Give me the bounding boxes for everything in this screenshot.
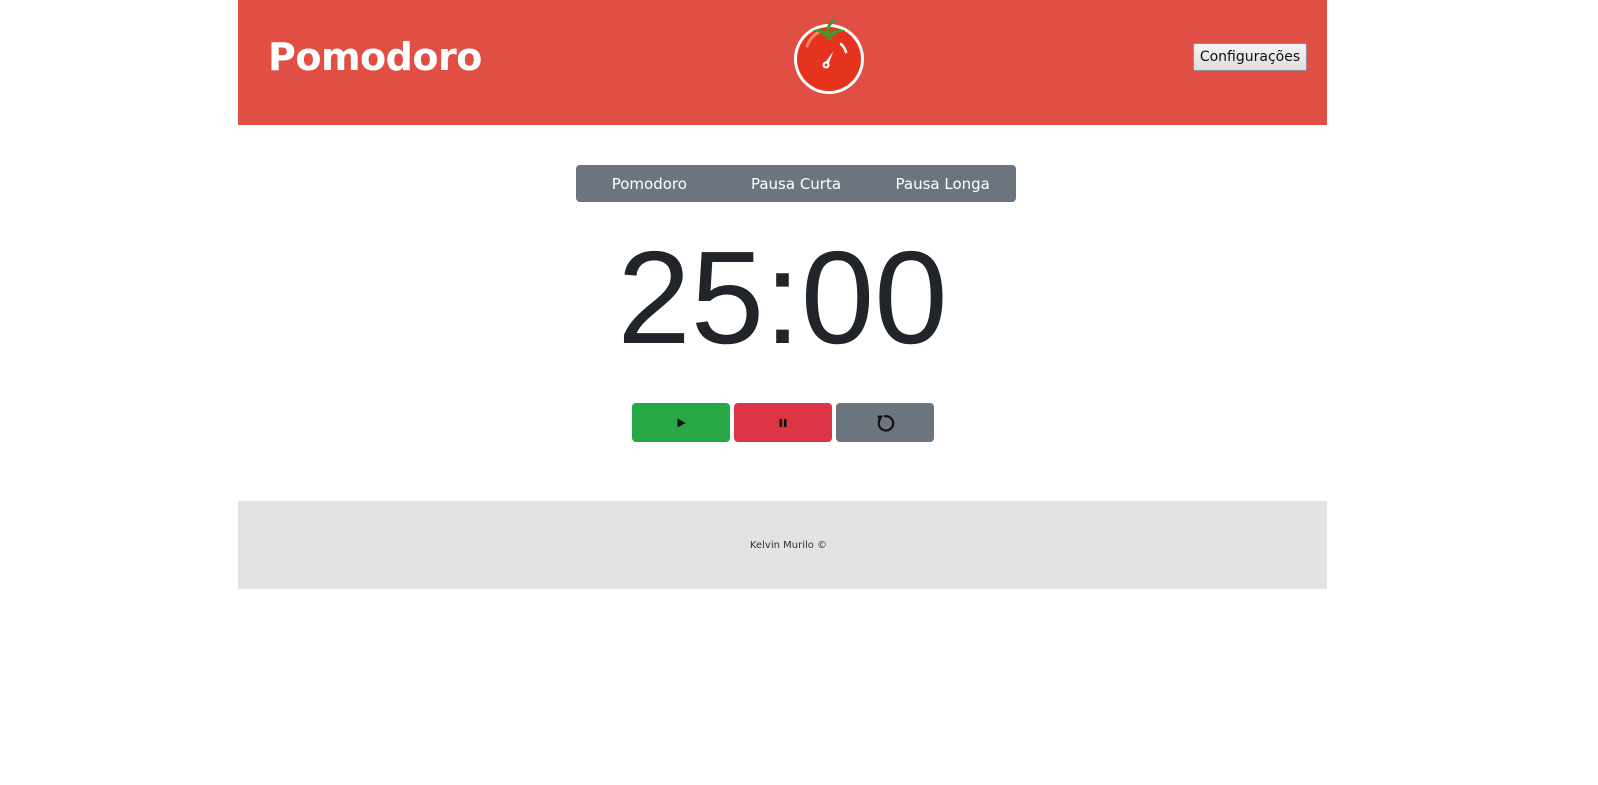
timer-controls bbox=[632, 403, 936, 442]
reset-button[interactable] bbox=[836, 403, 934, 442]
start-button[interactable] bbox=[632, 403, 730, 442]
pause-button[interactable] bbox=[734, 403, 832, 442]
reset-icon bbox=[877, 414, 895, 432]
header-bar: Pomodoro Configurações bbox=[238, 0, 1327, 125]
timer-display: 25:00 bbox=[617, 224, 948, 371]
page: Pomodoro Configurações Pomodoro Pausa Cu… bbox=[238, 0, 1327, 589]
tomato-timer-icon bbox=[794, 18, 864, 94]
tab-short-break[interactable]: Pausa Curta bbox=[723, 165, 870, 202]
tab-long-break[interactable]: Pausa Longa bbox=[869, 165, 1016, 202]
settings-button[interactable]: Configurações bbox=[1193, 43, 1307, 71]
play-icon bbox=[677, 418, 686, 427]
pause-icon bbox=[779, 418, 787, 427]
mode-selector: Pomodoro Pausa Curta Pausa Longa bbox=[576, 165, 1016, 202]
footer-credit: Kelvin Murilo © bbox=[749, 540, 828, 551]
tab-pomodoro[interactable]: Pomodoro bbox=[576, 165, 723, 202]
app-title: Pomodoro bbox=[268, 35, 482, 79]
